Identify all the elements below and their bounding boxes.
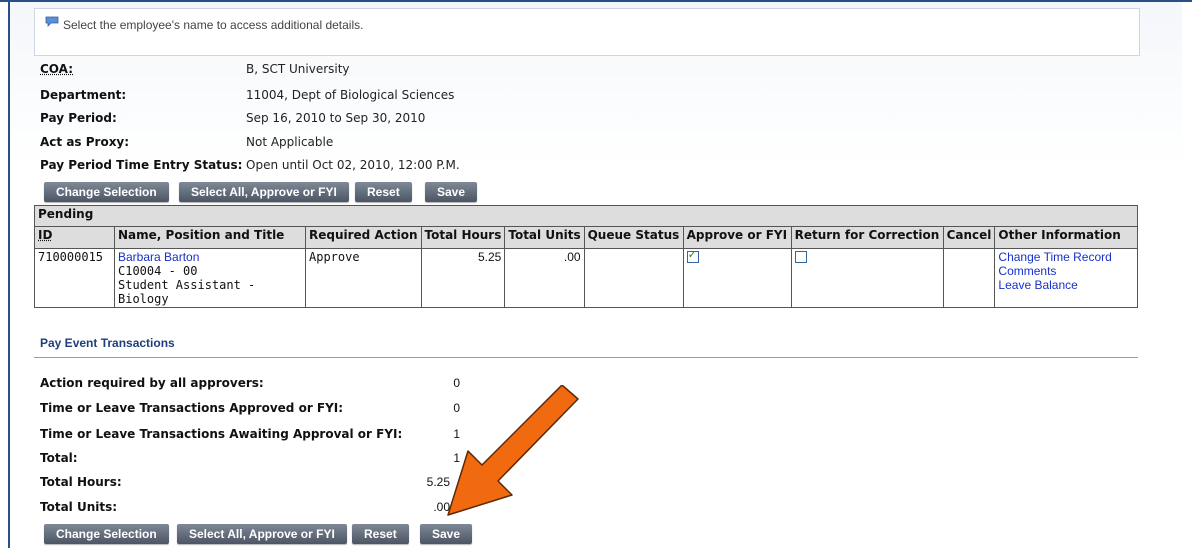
summary-label: Total: [40,451,78,465]
required-action: Approve [309,250,360,264]
speech-bubble-icon [45,16,59,27]
employee-title: Student Assistant - Biology [118,278,256,306]
pending-table: Pending ID Name, Position and Title Requ… [34,205,1138,308]
detail-value: Sep 16, 2010 to Sep 30, 2010 [246,111,426,125]
employee-position: C10004 - 00 [118,264,198,278]
comments-link[interactable]: Comments [998,264,1134,278]
detail-value: 11004, Dept of Biological Sciences [246,88,455,102]
section-divider [34,357,1138,358]
change-selection-button[interactable]: Change Selection [44,182,169,202]
change-time-record-link[interactable]: Change Time Record [998,250,1134,264]
detail-value: Not Applicable [246,135,334,149]
detail-value: Open until Oct 02, 2010, 12:00 P.M. [246,158,460,172]
column-header-name: Name, Position and Title [114,226,306,249]
save-button-bottom[interactable]: Save [420,524,473,544]
pending-header-row: ID Name, Position and Title Required Act… [34,226,1138,249]
detail-value: B, SCT University [246,62,350,76]
select-all-approve-fyi-button[interactable]: Select All, Approve or FYI [179,182,349,202]
total-hours: 5.25 [420,248,506,308]
pending-caption: Pending [34,205,1138,227]
info-message-box: Select the employee's name to access add… [34,8,1140,56]
employee-id: 710000015 [38,250,104,264]
approve-checkbox[interactable] [686,248,699,263]
detail-label: Department: [40,88,127,102]
reset-button-bottom[interactable]: Reset [352,524,409,544]
summary-label: Action required by all approvers: [40,376,264,390]
column-header-other-information: Other Information [994,226,1138,249]
queue-status [583,248,684,308]
info-message: Select the employee's name to access add… [63,18,364,32]
employee-name-link[interactable]: Barbara Barton [118,250,302,264]
change-selection-button-bottom[interactable]: Change Selection [44,524,169,544]
callout-arrow-icon [447,385,579,516]
return-for-correction-checkbox[interactable] [794,251,807,263]
summary-label: Time or Leave Transactions Approved or F… [40,401,344,415]
column-header-id: ID [38,228,53,242]
detail-label: COA: [40,62,73,76]
detail-label: Act as Proxy: [40,135,130,149]
cancel-cell [942,248,996,308]
column-header-cancel: Cancel [942,226,996,249]
save-button[interactable]: Save [425,182,478,202]
summary-label: Total Hours: [40,475,122,489]
leave-balance-link[interactable]: Leave Balance [998,278,1134,292]
summary-label: Total Units: [40,500,118,514]
detail-label: Pay Period Time Entry Status: [40,158,243,172]
pay-event-transactions-title: Pay Event Transactions [40,336,175,350]
column-header-approve-or-fyi: Approve or FYI [682,226,792,249]
column-header-queue-status: Queue Status [583,226,684,249]
total-units: .00 [504,248,585,308]
table-row: 710000015 Barbara Barton C10004 - 00 Stu… [34,248,1138,308]
column-header-total-units: Total Units [504,226,585,249]
column-header-return-for-correction: Return for Correction [790,226,944,249]
detail-label: Pay Period: [40,111,117,125]
summary-label: Time or Leave Transactions Awaiting Appr… [40,427,403,441]
column-header-required-action: Required Action [305,226,422,249]
reset-button[interactable]: Reset [355,182,412,202]
select-all-approve-fyi-button-bottom[interactable]: Select All, Approve or FYI [177,524,347,544]
column-header-total-hours: Total Hours [420,226,506,249]
